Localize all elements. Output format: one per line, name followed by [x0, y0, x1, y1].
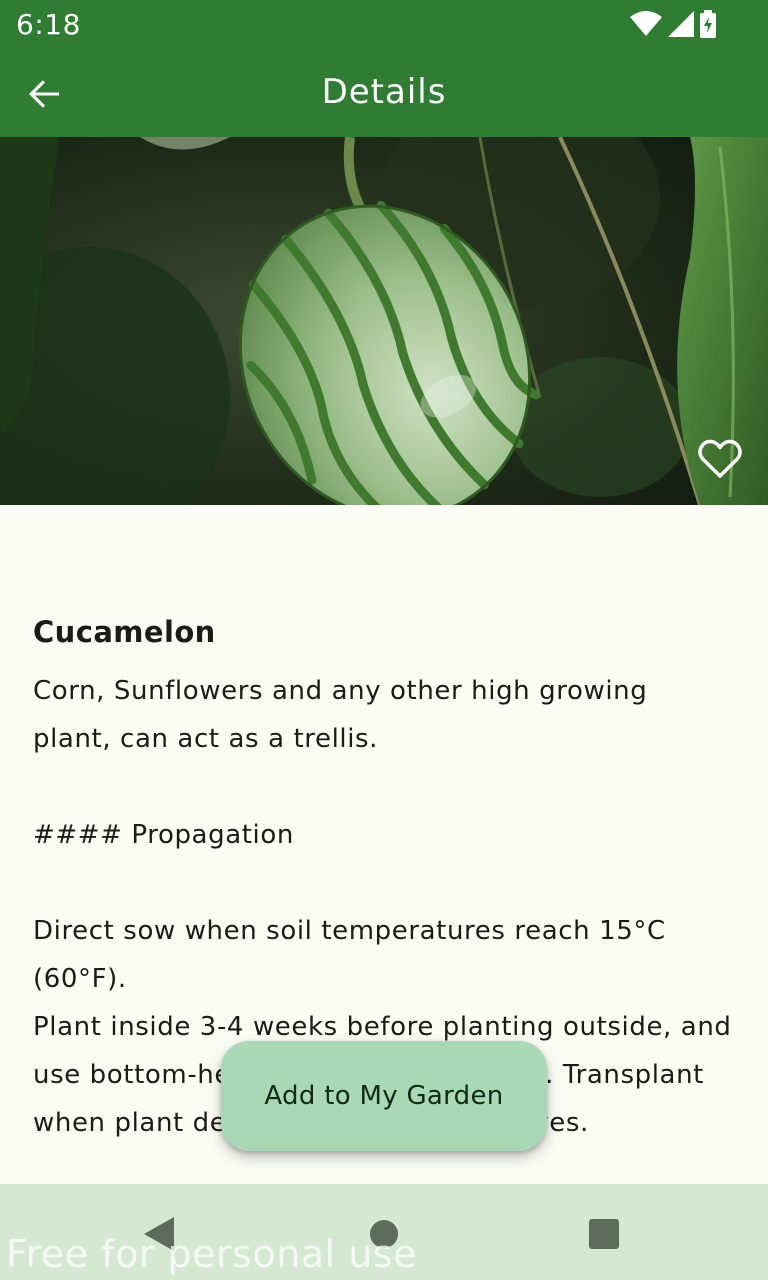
app-bar: Details: [0, 50, 768, 137]
cucamelon-photo: [0, 137, 768, 505]
favorite-button[interactable]: [694, 433, 746, 485]
watermark: Free for personal use: [6, 1232, 417, 1276]
status-icons: [630, 10, 716, 38]
add-to-garden-label: Add to My Garden: [264, 1081, 504, 1111]
nav-recents-button[interactable]: [574, 1204, 634, 1264]
page-title: Details: [321, 72, 447, 112]
cell-signal-icon: [668, 11, 694, 37]
plant-image: [0, 137, 768, 505]
status-bar: 6:18: [0, 0, 768, 50]
add-to-garden-button[interactable]: Add to My Garden: [221, 1041, 547, 1151]
battery-charging-icon: [700, 10, 716, 38]
wifi-icon: [630, 11, 662, 36]
heart-outline-icon: [698, 439, 742, 478]
status-time: 6:18: [16, 8, 81, 41]
nav-recents-icon: [589, 1219, 619, 1249]
plant-name: Cucamelon: [33, 615, 216, 649]
